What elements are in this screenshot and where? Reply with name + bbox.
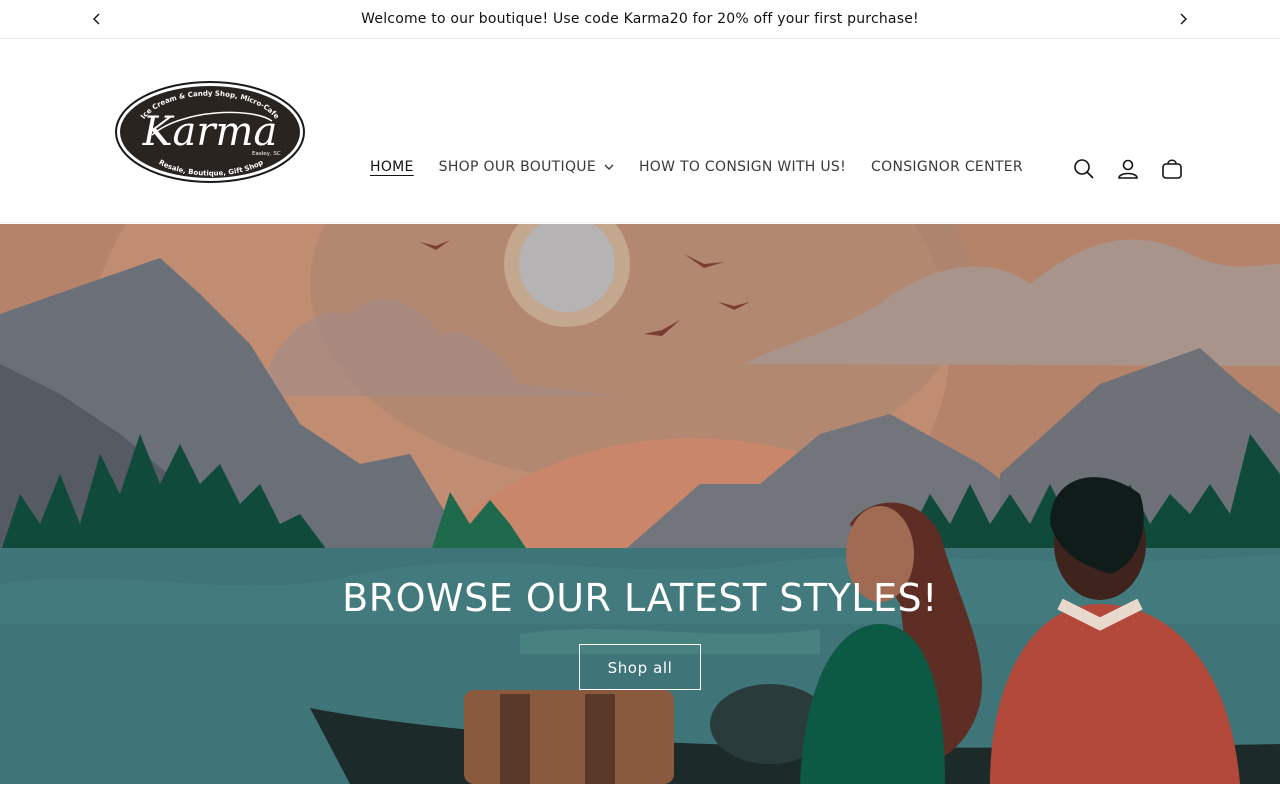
nav-how-to-consign[interactable]: HOW TO CONSIGN WITH US! <box>639 159 846 175</box>
chevron-right-icon <box>1180 13 1187 25</box>
nav-shop-our-boutique[interactable]: SHOP OUR BOUTIQUE <box>439 159 614 175</box>
account-button[interactable] <box>1114 155 1142 183</box>
site-header: Ice Cream & Candy Shop, Micro-Cafe Karma… <box>0 39 1280 223</box>
chevron-left-icon <box>93 13 100 25</box>
announcement-bar: Welcome to our boutique! Use code Karma2… <box>0 0 1280 39</box>
hero-illustration <box>0 224 1280 784</box>
header-icons <box>1070 155 1202 183</box>
search-button[interactable] <box>1070 155 1098 183</box>
hero-banner: BROWSE OUR LATEST STYLES! Shop all <box>0 224 1280 784</box>
store-logo[interactable]: Ice Cream & Candy Shop, Micro-Cafe Karma… <box>112 79 308 185</box>
announcement-prev-button[interactable] <box>86 8 108 30</box>
cart-button[interactable] <box>1158 155 1186 183</box>
account-icon <box>1118 159 1138 179</box>
main-nav: HOME SHOP OUR BOUTIQUE HOW TO CONSIGN WI… <box>370 159 1048 175</box>
shop-all-button[interactable]: Shop all <box>579 644 701 690</box>
announcement-text: Welcome to our boutique! Use code Karma2… <box>361 11 919 27</box>
nav-shop-label: SHOP OUR BOUTIQUE <box>438 159 596 175</box>
chevron-down-icon <box>604 164 614 170</box>
karma-logo-image: Ice Cream & Candy Shop, Micro-Cafe Karma… <box>115 81 305 183</box>
hero-content: BROWSE OUR LATEST STYLES! Shop all <box>0 576 1280 690</box>
svg-text:Karma: Karma <box>142 109 278 155</box>
nav-consignor-center[interactable]: CONSIGNOR CENTER <box>871 159 1023 175</box>
nav-home[interactable]: HOME <box>370 159 414 175</box>
search-icon <box>1074 159 1094 179</box>
hero-title: BROWSE OUR LATEST STYLES! <box>342 576 938 620</box>
cart-icon <box>1162 159 1182 179</box>
announcement-next-button[interactable] <box>1172 8 1194 30</box>
svg-text:Easley, SC: Easley, SC <box>252 151 281 157</box>
